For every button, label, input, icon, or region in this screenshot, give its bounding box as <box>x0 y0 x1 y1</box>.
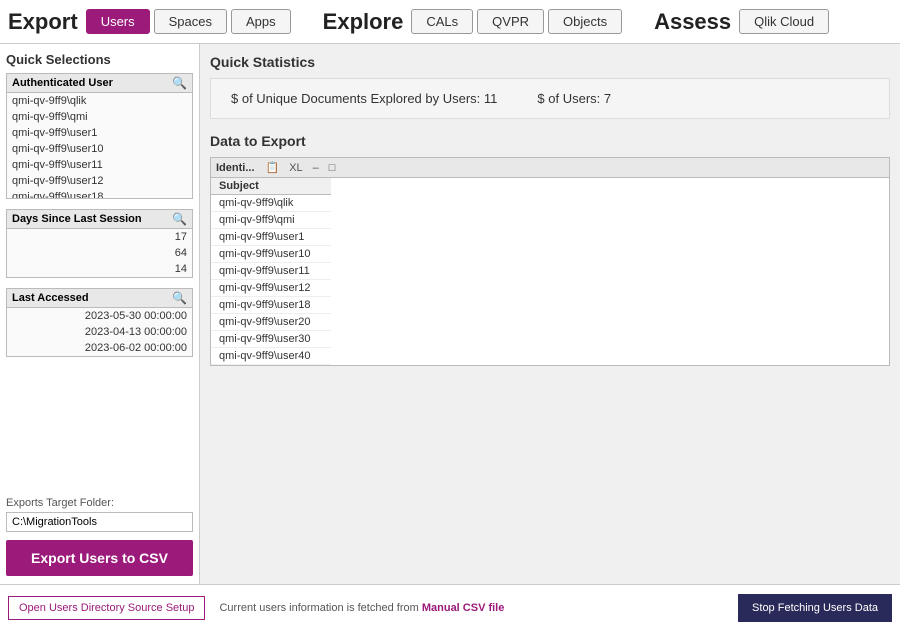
quick-selections-title: Quick Selections <box>6 52 193 67</box>
days-since-header: Days Since Last Session 🔍 <box>7 210 192 229</box>
authenticated-user-box: Authenticated User 🔍 qmi-qv-9ff9\qlik qm… <box>6 73 193 199</box>
data-export-table-container: Identi... 📋 XL – □ Subject qmi-qv-9ff9\q… <box>210 157 890 366</box>
list-item[interactable]: 2023-06-02 00:00:00 <box>7 340 192 356</box>
stat-unique-docs: $ of Unique Documents Explored by Users:… <box>231 91 497 106</box>
explore-label: Explore <box>323 9 404 35</box>
table-row[interactable]: qmi-qv-9ff9\user12 <box>211 280 331 297</box>
stat-users: $ of Users: 7 <box>537 91 611 106</box>
table-row[interactable]: qmi-qv-9ff9\user10 <box>211 246 331 263</box>
assess-tabs: Qlik Cloud <box>739 9 829 34</box>
export-tabs: Users Spaces Apps <box>86 9 291 34</box>
copy-icon[interactable]: 📋 <box>263 160 283 175</box>
table-row[interactable]: qmi-qv-9ff9\user1 <box>211 229 331 246</box>
authenticated-user-header: Authenticated User 🔍 <box>7 74 192 93</box>
minimize-icon[interactable]: – <box>310 161 322 175</box>
table-row[interactable]: qmi-qv-9ff9\user30 <box>211 331 331 348</box>
list-item[interactable]: 64 <box>7 245 192 261</box>
tab-qlik-cloud[interactable]: Qlik Cloud <box>739 9 829 34</box>
stop-fetching-btn[interactable]: Stop Fetching Users Data <box>738 594 892 622</box>
export-label: Export <box>8 9 78 35</box>
search-icon[interactable]: 🔍 <box>172 212 187 226</box>
list-item[interactable]: qmi-qv-9ff9\user1 <box>7 125 192 141</box>
table-row[interactable]: qmi-qv-9ff9\user18 <box>211 297 331 314</box>
list-item[interactable]: 2023-05-30 00:00:00 <box>7 308 192 324</box>
last-accessed-header: Last Accessed 🔍 <box>7 289 192 308</box>
list-item[interactable]: qmi-qv-9ff9\user11 <box>7 157 192 173</box>
status-text-prefix: Current users information is fetched fro… <box>219 602 418 614</box>
tab-objects[interactable]: Objects <box>548 9 622 34</box>
list-item[interactable]: qmi-qv-9ff9\user18 <box>7 189 192 198</box>
tab-spaces[interactable]: Spaces <box>154 9 227 34</box>
quick-stats-title: Quick Statistics <box>210 54 890 70</box>
days-since-label: Days Since Last Session <box>12 213 142 225</box>
table-row[interactable]: qmi-qv-9ff9\user20 <box>211 314 331 331</box>
main-content: Quick Selections Authenticated User 🔍 qm… <box>0 44 900 584</box>
csv-link[interactable]: Manual CSV file <box>422 602 505 614</box>
tab-apps[interactable]: Apps <box>231 9 291 34</box>
assess-label: Assess <box>654 9 731 35</box>
days-since-list: 17 64 14 <box>7 229 192 277</box>
expand-icon[interactable]: □ <box>326 161 339 175</box>
column-header-subject: Subject <box>211 178 331 195</box>
last-accessed-box: Last Accessed 🔍 2023-05-30 00:00:00 2023… <box>6 288 193 357</box>
tab-qvpr[interactable]: QVPR <box>477 9 544 34</box>
search-icon[interactable]: 🔍 <box>172 76 187 90</box>
bottom-status: Current users information is fetched fro… <box>219 602 738 614</box>
target-folder-label: Exports Target Folder: <box>6 497 193 509</box>
right-panel: Quick Statistics $ of Unique Documents E… <box>200 44 900 584</box>
data-export-title: Data to Export <box>210 133 890 149</box>
table-row[interactable]: qmi-qv-9ff9\qmi <box>211 212 331 229</box>
authenticated-user-list: qmi-qv-9ff9\qlik qmi-qv-9ff9\qmi qmi-qv-… <box>7 93 192 198</box>
authenticated-user-label: Authenticated User <box>12 77 113 89</box>
excel-icon[interactable]: XL <box>286 161 305 175</box>
table-column-label: Identi... <box>216 162 255 174</box>
last-accessed-list: 2023-05-30 00:00:00 2023-04-13 00:00:00 … <box>7 308 192 356</box>
list-item[interactable]: qmi-qv-9ff9\qmi <box>7 109 192 125</box>
data-table: Subject qmi-qv-9ff9\qlikqmi-qv-9ff9\qmiq… <box>211 178 331 365</box>
list-item[interactable]: qmi-qv-9ff9\qlik <box>7 93 192 109</box>
tab-users[interactable]: Users <box>86 9 150 34</box>
export-users-btn[interactable]: Export Users to CSV <box>6 540 193 576</box>
days-since-box: Days Since Last Session 🔍 17 64 14 <box>6 209 193 278</box>
last-accessed-label: Last Accessed <box>12 292 89 304</box>
list-item[interactable]: qmi-qv-9ff9\user12 <box>7 173 192 189</box>
list-item[interactable]: qmi-qv-9ff9\user10 <box>7 141 192 157</box>
bottom-bar: Open Users Directory Source Setup Curren… <box>0 584 900 630</box>
open-users-directory-btn[interactable]: Open Users Directory Source Setup <box>8 596 205 620</box>
list-item[interactable]: 17 <box>7 229 192 245</box>
search-icon[interactable]: 🔍 <box>172 291 187 305</box>
tab-cals[interactable]: CALs <box>411 9 473 34</box>
table-toolbar: Identi... 📋 XL – □ <box>211 158 889 178</box>
top-navigation: Export Users Spaces Apps Explore CALs QV… <box>0 0 900 44</box>
table-row[interactable]: qmi-qv-9ff9\user40 <box>211 348 331 365</box>
quick-stats-box: $ of Unique Documents Explored by Users:… <box>210 78 890 119</box>
list-item[interactable]: 14 <box>7 261 192 277</box>
list-item[interactable]: 2023-04-13 00:00:00 <box>7 324 192 340</box>
table-row[interactable]: qmi-qv-9ff9\user11 <box>211 263 331 280</box>
table-row[interactable]: qmi-qv-9ff9\qlik <box>211 195 331 212</box>
left-panel: Quick Selections Authenticated User 🔍 qm… <box>0 44 200 584</box>
target-folder-input[interactable] <box>6 512 193 532</box>
explore-tabs: CALs QVPR Objects <box>411 9 622 34</box>
